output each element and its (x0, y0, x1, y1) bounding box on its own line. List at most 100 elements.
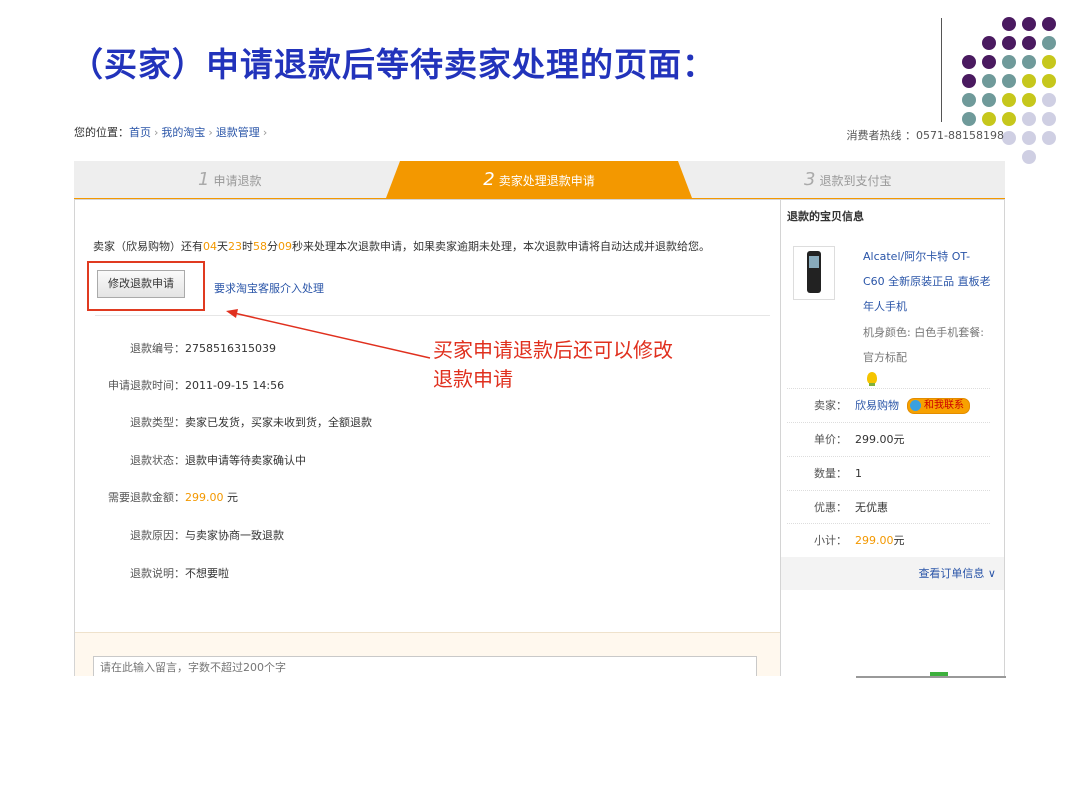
decorative-dot (962, 74, 976, 88)
message-input[interactable] (93, 656, 757, 676)
breadcrumb-home-link[interactable]: 首页 (129, 126, 151, 139)
seller-label: 卖家： (814, 399, 847, 412)
refund-amount-unit: 元 (223, 491, 238, 504)
decorative-dot (1042, 131, 1056, 145)
subtotal-amount: 299.00 (855, 534, 894, 547)
step-label: 退款到支付宝 (819, 174, 892, 188)
step-number: 2 (483, 169, 495, 190)
detail-label: 需要退款金额： (108, 491, 185, 504)
detail-row-refund-status: 退款状态：退款申请等待卖家确认中 (75, 452, 306, 468)
decorative-dot (962, 112, 976, 126)
countdown-minutes: 58 (253, 240, 267, 253)
decorative-dot (962, 93, 976, 107)
consumer-hotline: 消费者热线 ：0571-88158198 (846, 129, 1004, 142)
decorative-dot (1002, 93, 1016, 107)
decorative-dot (1042, 112, 1056, 126)
detail-row-refund-reason: 退款原因：与卖家协商一致退款 (75, 527, 284, 543)
decorative-dot (1022, 150, 1036, 164)
product-info-sidebar: 退款的宝贝信息 Alcatel/阿尔卡特 OT-C60 全新原装正品 直板老年人… (781, 200, 1004, 676)
countdown-notice: 卖家（欣易购物）还有04天23时58分09秒来处理本次退款申请，如果卖家逾期未处… (93, 238, 710, 254)
detail-label: 退款状态： (130, 454, 185, 467)
product-attributes: 机身颜色: 白色手机套餐: 官方标配 (863, 326, 984, 364)
detail-label: 退款编号： (130, 342, 185, 355)
detail-value: 不想要啦 (185, 567, 229, 580)
decorative-dot (1002, 74, 1016, 88)
breadcrumb-separator: › (208, 126, 213, 139)
request-customer-service-link[interactable]: 要求淘宝客服介入处理 (214, 280, 324, 296)
subtotal-label: 小计： (814, 534, 847, 547)
message-area (75, 632, 780, 676)
detail-row-refund-amount: 需要退款金额：299.00 元 (75, 489, 238, 505)
breadcrumb-separator: › (262, 126, 268, 139)
notice-text: 秒来处理本次退款申请，如果卖家逾期未处理，本次退款申请将自动达成并退款给您。 (292, 240, 710, 253)
refund-progress-steps: 1 申请退款 2 卖家处理退款申请 3 退款到支付宝 (74, 161, 1005, 200)
breadcrumb-separator: › (154, 126, 159, 139)
discount-row: 优惠： 无优惠 (787, 490, 990, 524)
annotation-text: 买家申请退款后还可以修改 退款申请 (433, 336, 673, 394)
decorative-dot (1002, 17, 1016, 31)
decorative-dot (962, 55, 976, 69)
detail-row-refund-type: 退款类型：卖家已发货，买家未收到货，全额退款 (75, 414, 372, 430)
decorative-dot (1022, 36, 1036, 50)
detail-label: 退款说明： (130, 567, 185, 580)
sidebar-title: 退款的宝贝信息 (787, 210, 864, 223)
decorative-dot (982, 74, 996, 88)
decorative-dot (1002, 36, 1016, 50)
detail-row-apply-time: 申请退款时间：2011-09-15 14:56 (75, 377, 285, 393)
detail-value: 与卖家协商一致退款 (185, 529, 284, 542)
page-edge-indicator (856, 672, 1006, 678)
decorative-dot (1022, 17, 1036, 31)
notice-text: 卖家（欣易购物）还有 (93, 240, 203, 253)
decorative-dot (1002, 55, 1016, 69)
decorative-dot (982, 55, 996, 69)
decorative-dot (1022, 112, 1036, 126)
decorative-dot (1002, 131, 1016, 145)
subtotal-row: 小计： 299.00元 (787, 523, 990, 557)
detail-value: 2758516315039 (185, 342, 276, 355)
quantity-value: 1 (855, 467, 862, 480)
decorative-dot (1022, 131, 1036, 145)
decorative-divider (941, 18, 942, 122)
detail-label: 申请退款时间： (108, 379, 185, 392)
decorative-dot (1022, 55, 1036, 69)
decorative-dot (1022, 74, 1036, 88)
step-number: 1 (198, 169, 210, 190)
seller-name-link[interactable]: 欣易购物 (855, 399, 899, 412)
step-seller-processing-active: 2 卖家处理退款申请 (386, 161, 692, 198)
detail-label: 退款原因： (130, 529, 185, 542)
breadcrumb-refund-management-link[interactable]: 退款管理 (216, 126, 260, 139)
unit-minute: 分 (267, 240, 278, 253)
breadcrumb-prefix: 您的位置： (74, 126, 129, 139)
step-label: 申请退款 (213, 174, 262, 188)
product-thumbnail[interactable] (793, 246, 835, 300)
product-title-link[interactable]: Alcatel/阿尔卡特 OT-C60 全新原装正品 直板老年人手机 (863, 244, 991, 319)
countdown-days: 04 (203, 240, 217, 253)
decorative-dot (1042, 93, 1056, 107)
countdown-seconds: 09 (278, 240, 292, 253)
divider (95, 315, 770, 316)
contact-seller-button[interactable]: 和我联系 (907, 398, 970, 414)
detail-row-refund-note: 退款说明：不想要啦 (75, 565, 229, 581)
detail-value: 2011-09-15 14:56 (185, 379, 285, 392)
refund-amount-value: 299.00 (185, 491, 224, 504)
refund-panel: 卖家（欣易购物）还有04天23时58分09秒来处理本次退款申请，如果卖家逾期未处… (74, 199, 1005, 676)
view-order-info-link[interactable]: 查看订单信息 ∨ (781, 557, 1004, 590)
discount-value: 无优惠 (855, 501, 888, 514)
step-label: 卖家处理退款申请 (498, 174, 595, 188)
decorative-dot (1022, 93, 1036, 107)
annotation-line: 买家申请退款后还可以修改 (433, 338, 673, 362)
subtotal-unit: 元 (893, 534, 905, 547)
unit-hour: 时 (242, 240, 253, 253)
countdown-hours: 23 (228, 240, 242, 253)
detail-row-refund-id: 退款编号：2758516315039 (75, 340, 276, 356)
decorative-dot (1042, 36, 1056, 50)
lightbulb-icon (867, 372, 877, 386)
refund-main: 卖家（欣易购物）还有04天23时58分09秒来处理本次退款申请，如果卖家逾期未处… (75, 200, 781, 676)
breadcrumb-my-taobao-link[interactable]: 我的淘宝 (161, 126, 205, 139)
detail-label: 退款类型： (130, 416, 185, 429)
contact-label: 和我联系 (924, 400, 964, 411)
modify-refund-button[interactable]: 修改退款申请 (97, 270, 185, 298)
quantity-label: 数量： (814, 467, 847, 480)
unit-price-label: 单价： (814, 433, 847, 446)
decorative-dot (1042, 74, 1056, 88)
